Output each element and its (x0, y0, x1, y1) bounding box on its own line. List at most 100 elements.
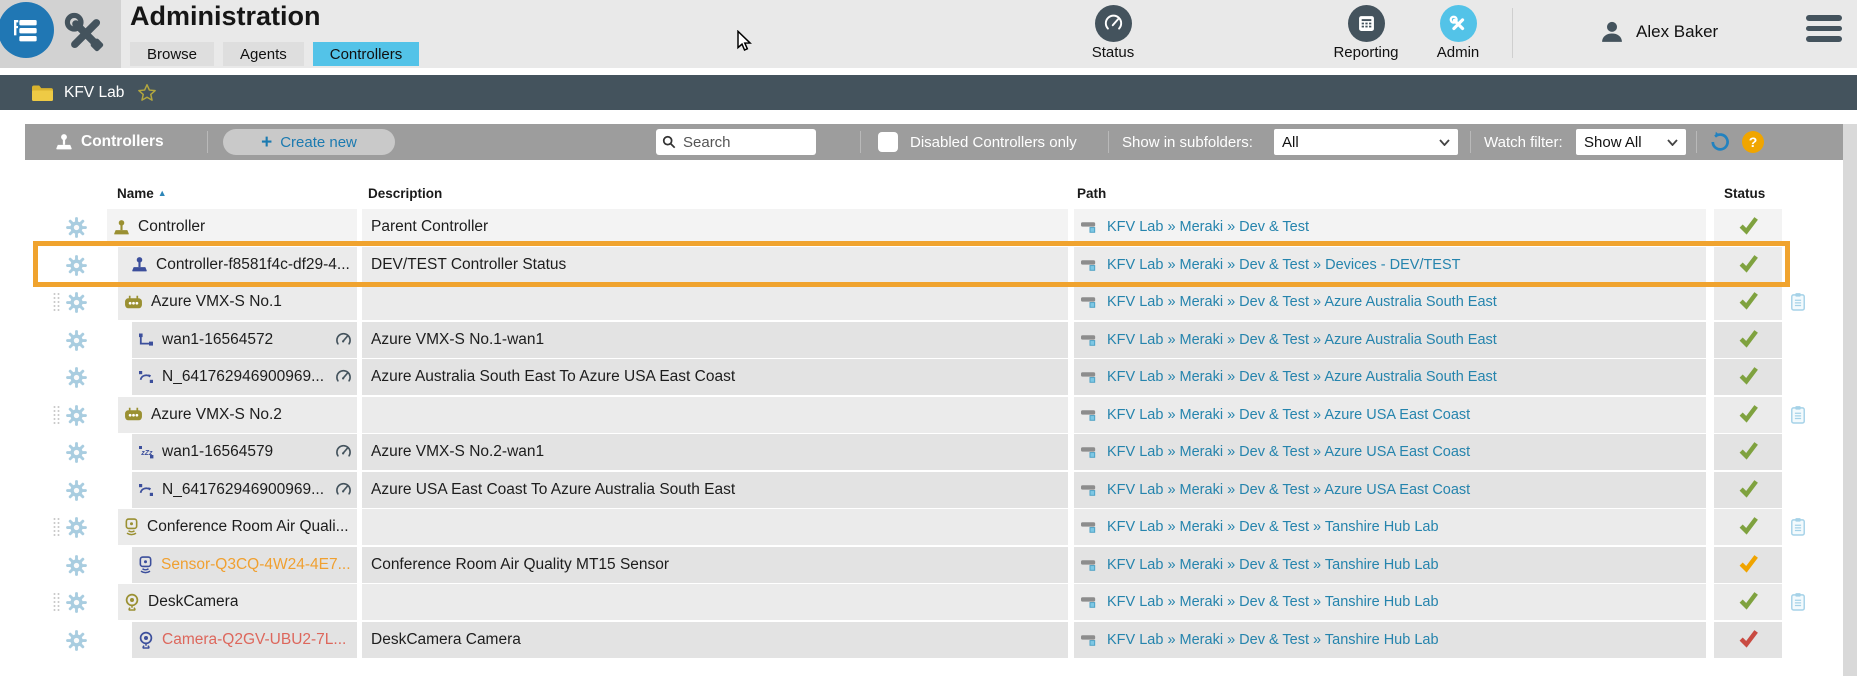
nav-reporting[interactable]: Reporting (1321, 5, 1411, 61)
create-new-button[interactable]: + Create new (223, 129, 395, 155)
row-path-link[interactable]: KFV Lab » Meraki » Dev & Test (1107, 219, 1309, 235)
status-cell (1714, 321, 1782, 358)
gear-icon[interactable] (65, 291, 88, 319)
nav-status[interactable]: Status (1068, 5, 1158, 61)
nav-status-label: Status (1091, 44, 1135, 61)
breadcrumb[interactable]: KFV Lab (64, 84, 124, 102)
user-menu[interactable]: Alex Baker (1598, 18, 1718, 46)
table-row: Camera-Q2GV-UBU2-7L... DeskCamera Camera… (0, 621, 1857, 658)
gear-icon[interactable] (65, 254, 88, 282)
gear-icon[interactable] (65, 329, 88, 357)
gauge-icon[interactable] (335, 481, 352, 503)
gauge-icon[interactable] (335, 331, 352, 353)
clipboard-icon[interactable] (1790, 405, 1806, 430)
row-path-link[interactable]: KFV Lab » Meraki » Dev & Test » Devices … (1107, 257, 1461, 273)
tab-browse[interactable]: Browse (130, 42, 215, 66)
nav-admin[interactable]: Admin (1413, 5, 1503, 61)
clipboard-icon[interactable] (1790, 592, 1806, 617)
row-description (362, 584, 1068, 620)
gear-icon[interactable] (65, 554, 88, 582)
admin-tools-icon-small[interactable] (1439, 5, 1477, 42)
folder-icon (30, 83, 55, 103)
gear-icon[interactable] (65, 479, 88, 507)
gear-icon[interactable] (65, 366, 88, 394)
name-cell: Controller (107, 209, 357, 245)
row-path-link[interactable]: KFV Lab » Meraki » Dev & Test » Azure Au… (1107, 369, 1497, 385)
row-path-link[interactable]: KFV Lab » Meraki » Dev & Test » Azure US… (1107, 407, 1470, 423)
search-input[interactable] (681, 132, 805, 152)
hamburger-menu-icon[interactable] (1806, 15, 1842, 42)
gear-icon[interactable] (65, 216, 88, 244)
gear-icon[interactable] (65, 591, 88, 619)
clipboard-icon[interactable] (1790, 292, 1806, 317)
row-name-link[interactable]: DeskCamera (148, 593, 238, 611)
row-name-link[interactable]: Controller (138, 218, 205, 236)
column-header-path[interactable]: Path (1077, 186, 1106, 201)
row-description (362, 396, 1068, 433)
drag-handle-icon[interactable] (52, 591, 61, 618)
search-box[interactable] (656, 129, 816, 155)
row-description: Azure VMX-S No.2-wan1 (362, 434, 1068, 470)
row-path-link[interactable]: KFV Lab » Meraki » Dev & Test » Azure Au… (1107, 332, 1497, 348)
drag-handle-icon[interactable] (52, 291, 61, 318)
reporting-grid-icon[interactable] (1347, 5, 1385, 42)
clipboard-icon[interactable] (1790, 517, 1806, 542)
row-name-link[interactable]: Conference Room Air Quali... (147, 518, 349, 536)
gauge-icon[interactable] (335, 368, 352, 390)
favorite-star-icon[interactable] (136, 82, 158, 104)
row-path-link[interactable]: KFV Lab » Meraki » Dev & Test » Tanshire… (1107, 557, 1439, 573)
row-name-link[interactable]: wan1-16564572 (162, 331, 273, 349)
row-name-link[interactable]: Azure VMX-S No.2 (151, 406, 282, 424)
column-header-status[interactable]: Status (1724, 186, 1765, 201)
probe-icon (1081, 333, 1098, 347)
row-path-link[interactable]: KFV Lab » Meraki » Dev & Test » Azure US… (1107, 482, 1470, 498)
row-name-link[interactable]: Sensor-Q3CQ-4W24-4E7... (161, 556, 351, 574)
column-header-name[interactable]: Name ▲ (117, 186, 167, 201)
row-name-link[interactable]: Azure VMX-S No.1 (151, 293, 282, 311)
status-check-icon (1738, 364, 1759, 390)
row-path-link[interactable]: KFV Lab » Meraki » Dev & Test » Tanshire… (1107, 594, 1439, 610)
row-path-link[interactable]: KFV Lab » Meraki » Dev & Test » Azure Au… (1107, 294, 1497, 310)
row-name-link[interactable]: N_641762946900969... (162, 368, 324, 386)
tab-bar: Browse Agents Controllers (130, 42, 420, 66)
gear-icon[interactable] (65, 441, 88, 469)
gear-icon[interactable] (65, 404, 88, 432)
refresh-icon[interactable] (1708, 130, 1732, 159)
status-check-icon (1738, 514, 1759, 540)
status-check-icon (1738, 289, 1759, 315)
tab-agents[interactable]: Agents (223, 42, 304, 66)
status-check-icon (1738, 477, 1759, 503)
subfolders-select[interactable]: All (1274, 129, 1458, 155)
row-path-link[interactable]: KFV Lab » Meraki » Dev & Test » Azure US… (1107, 444, 1470, 460)
row-description: Parent Controller (362, 209, 1068, 245)
probe-icon (1081, 370, 1098, 384)
row-name-link[interactable]: N_641762946900969... (162, 481, 324, 499)
svg-text:zZz: zZz (140, 450, 153, 457)
row-name-link[interactable]: Camera-Q2GV-UBU2-7L... (162, 631, 346, 649)
row-path-link[interactable]: KFV Lab » Meraki » Dev & Test » Tanshire… (1107, 519, 1439, 535)
watch-filter-select[interactable]: Show All (1576, 129, 1686, 155)
help-icon[interactable]: ? (1742, 131, 1764, 153)
status-check-icon (1738, 402, 1759, 428)
tab-controllers[interactable]: Controllers (312, 42, 420, 66)
drag-handle-icon[interactable] (52, 516, 61, 543)
status-gauge-icon[interactable] (1094, 5, 1132, 42)
gauge-icon[interactable] (335, 443, 352, 465)
gear-icon[interactable] (65, 516, 88, 544)
row-path-link[interactable]: KFV Lab » Meraki » Dev & Test » Tanshire… (1107, 632, 1439, 648)
name-cell: Conference Room Air Quali... (118, 509, 357, 545)
gear-icon[interactable] (65, 629, 88, 657)
table-row: N_641762946900969... Azure USA East Coas… (0, 471, 1857, 508)
row-description: Azure Australia South East To Azure USA … (362, 359, 1068, 395)
status-cell (1714, 284, 1782, 320)
drag-handle-icon[interactable] (52, 404, 61, 431)
row-description: DeskCamera Camera (362, 621, 1068, 658)
column-header-description[interactable]: Description (368, 186, 442, 201)
app-logo-icon[interactable] (0, 2, 54, 58)
row-name-link[interactable]: Controller-f8581f4c-df29-4... (156, 256, 350, 274)
tunnel-icon (138, 482, 154, 498)
row-description: Conference Room Air Quality MT15 Sensor (362, 546, 1068, 583)
sensor-blue-icon (138, 555, 153, 574)
row-name-link[interactable]: wan1-16564579 (162, 443, 273, 461)
disabled-controllers-checkbox[interactable] (878, 132, 898, 152)
